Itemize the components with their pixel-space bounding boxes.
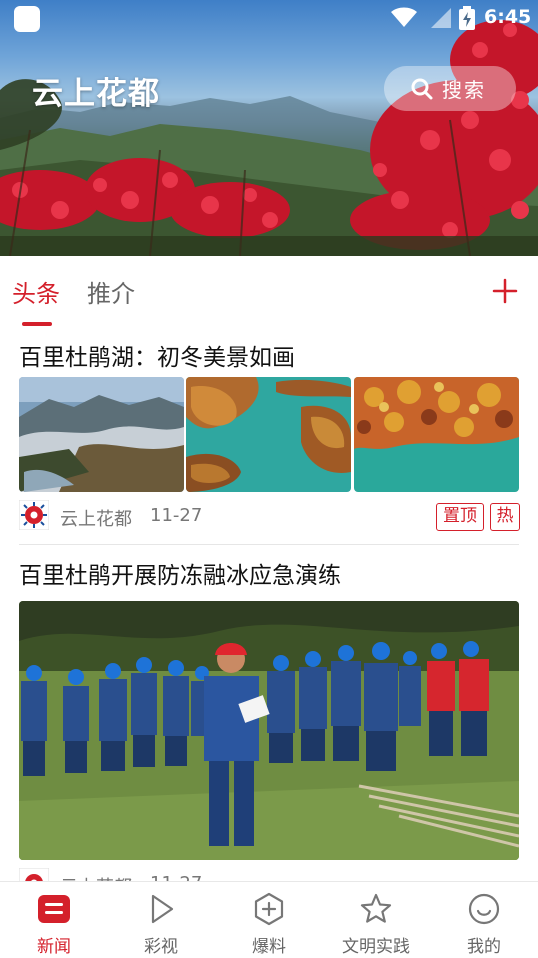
smile-icon	[468, 893, 500, 925]
source-logo-icon	[19, 868, 49, 881]
active-tab-indicator	[22, 322, 52, 326]
search-icon	[411, 78, 433, 99]
nav-label: 爆料	[252, 937, 286, 957]
article-thumbnail[interactable]	[186, 377, 351, 492]
nav-mine[interactable]: 我的	[430, 882, 538, 958]
article-thumbnail[interactable]	[354, 377, 519, 492]
app-title: 云上花都	[32, 76, 160, 112]
article-source: 云上花都	[60, 509, 132, 530]
emergency-drill-photo	[19, 601, 519, 860]
article-source: 云上花都	[60, 873, 132, 881]
play-icon	[151, 894, 174, 924]
report-icon	[254, 892, 284, 926]
add-channel-icon[interactable]	[490, 276, 520, 306]
misty-mountains-photo	[19, 377, 184, 492]
nav-label: 彩视	[144, 937, 178, 957]
nav-label: 文明实践	[342, 937, 410, 957]
article-date: 11-27	[150, 505, 203, 526]
article-divider	[19, 544, 519, 545]
hot-badge: 热	[490, 503, 520, 531]
nav-video[interactable]: 彩视	[107, 882, 215, 958]
nav-label: 我的	[467, 937, 501, 957]
nav-label: 新闻	[37, 937, 71, 957]
app-notification-icon	[14, 6, 40, 32]
tab-headlines[interactable]: 头条	[12, 274, 60, 309]
article-cover-image[interactable]	[19, 601, 519, 860]
star-icon	[360, 893, 392, 923]
tab-recommend[interactable]: 推介	[87, 274, 135, 309]
article-thumbnail[interactable]	[19, 377, 184, 492]
news-feed: 百里杜鹃湖：初冬美景如画 云上花都 11-27 置顶 热 百里杜鹃开展防冻融冰应…	[0, 328, 538, 881]
category-tabs: 头条 推介	[0, 256, 538, 328]
article-date: 11-27	[150, 873, 202, 881]
nav-news[interactable]: 新闻	[0, 882, 108, 958]
source-logo-icon	[19, 500, 49, 530]
status-bar: 6:45	[0, 0, 538, 36]
pinned-badge: 置顶	[436, 503, 484, 531]
azalea-landscape-image	[0, 20, 538, 256]
status-time: 6:45	[484, 6, 532, 28]
news-icon	[38, 895, 70, 923]
battery-charging-icon	[459, 6, 475, 30]
article-title[interactable]: 百里杜鹃湖：初冬美景如画	[19, 338, 295, 372]
lake-islands-photo	[186, 377, 351, 492]
article-title[interactable]: 百里杜鹃开展防冻融冰应急演练	[19, 556, 341, 590]
nav-report[interactable]: 爆料	[215, 882, 323, 958]
search-label: 搜索	[442, 78, 486, 102]
nav-civilization-practice[interactable]: 文明实践	[322, 882, 430, 958]
search-button[interactable]: 搜索	[384, 66, 516, 111]
header-banner: 6:45 云上花都 搜索	[0, 0, 538, 256]
wifi-icon	[391, 7, 417, 27]
signal-icon	[431, 8, 451, 28]
autumn-forest-lake-photo	[354, 377, 519, 492]
bottom-navigation: 新闻 彩视 爆料 文明实践 我的	[0, 881, 538, 958]
